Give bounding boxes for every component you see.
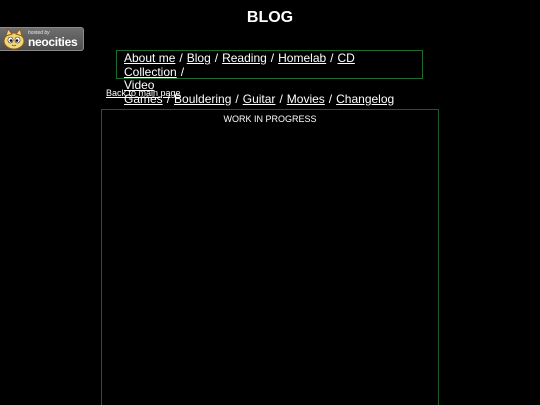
nav-link-movies[interactable]: Movies: [287, 92, 325, 106]
nav-link-about-me[interactable]: About me: [124, 51, 175, 65]
nav-link-reading[interactable]: Reading: [222, 51, 267, 65]
page-title: BLOG: [246, 9, 294, 26]
badge-big-text: neocities: [28, 34, 78, 49]
nav-separator: /: [270, 51, 275, 65]
status-text: WORK IN PROGRESS: [223, 114, 317, 124]
nav-link-blog[interactable]: Blog: [187, 51, 211, 65]
nav-separator: /: [328, 91, 333, 106]
back-to-main-link[interactable]: Back to main page: [106, 88, 181, 98]
nav-menu: About me / Blog / Reading / Homelab / CD Collect…: [116, 50, 423, 105]
neocities-cat-icon: [1, 27, 27, 50]
nav-separator: /: [330, 51, 334, 65]
nav-link-changelog[interactable]: Changelog: [336, 92, 394, 106]
neocities-badge[interactable]: hosted by neocities: [0, 27, 84, 51]
nav-link-homelab[interactable]: Homelab: [278, 51, 326, 65]
nav-separator: /: [235, 91, 239, 106]
nav-separator: /: [180, 64, 185, 79]
nav-separator: /: [279, 91, 283, 106]
page: hosted by neocities BLOG About me / Blog / R…: [0, 0, 540, 405]
nav-separator: /: [214, 51, 219, 65]
nav-separator: /: [179, 51, 183, 65]
nav-link-guitar[interactable]: Guitar: [243, 92, 276, 106]
nav-link-bouldering[interactable]: Bouldering: [174, 92, 231, 106]
content-panel: WORK IN PROGRESS: [101, 109, 439, 405]
